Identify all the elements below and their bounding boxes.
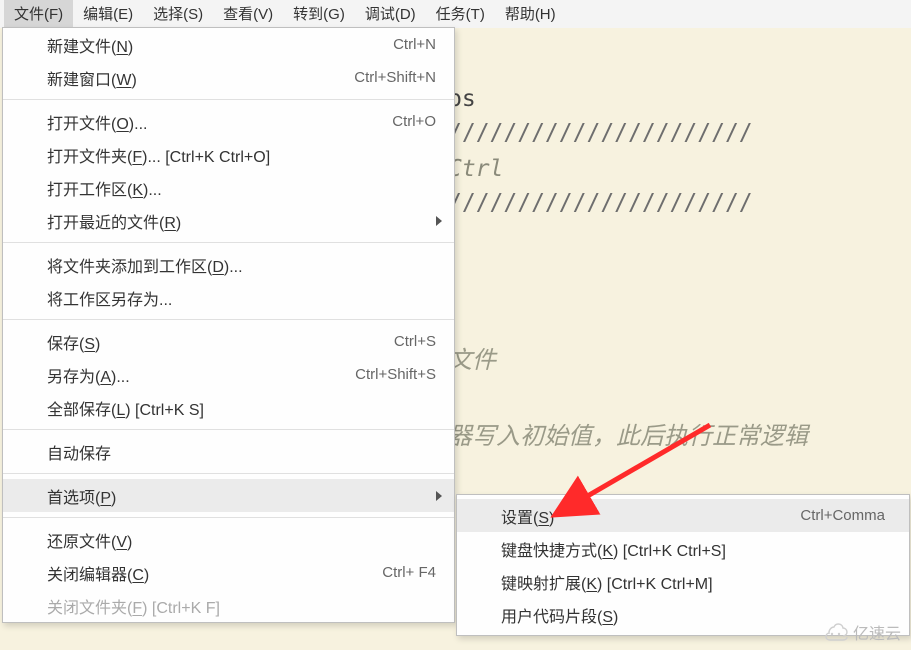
menu-item-label: 键映射扩展(K) [Ctrl+K Ctrl+M]: [501, 570, 885, 594]
editor-text: 器写入初始值，此后执行正常逻辑: [448, 416, 808, 451]
menu-item-label: 全部保存(L) [Ctrl+K S]: [47, 396, 436, 420]
menu-tasks[interactable]: 任务(T): [426, 0, 495, 29]
menu-separator: [3, 473, 454, 474]
menu-go[interactable]: 转到(G): [283, 0, 355, 29]
menu-separator: [3, 429, 454, 430]
menu-save-as[interactable]: 另存为(A)... Ctrl+Shift+S: [3, 358, 454, 391]
menu-item-label: 打开文件(O)...: [47, 110, 362, 134]
submenu-keymap-extension[interactable]: 键映射扩展(K) [Ctrl+K Ctrl+M]: [457, 565, 909, 598]
menu-open-recent[interactable]: 打开最近的文件(R): [3, 204, 454, 237]
submenu-settings[interactable]: 设置(S) Ctrl+Comma: [457, 499, 909, 532]
submenu-keyboard-shortcuts[interactable]: 键盘快捷方式(K) [Ctrl+K Ctrl+S]: [457, 532, 909, 565]
menu-close-folder: 关闭文件夹(F) [Ctrl+K F]: [3, 589, 454, 622]
menu-item-label: 还原文件(V): [47, 528, 436, 552]
menu-separator: [3, 242, 454, 243]
menu-item-label: 将文件夹添加到工作区(D)...: [47, 253, 436, 277]
menu-item-label: 打开文件夹(F)... [Ctrl+K Ctrl+O]: [47, 143, 436, 167]
menu-save[interactable]: 保存(S) Ctrl+S: [3, 325, 454, 358]
editor-text: //////////////////////: [448, 190, 753, 216]
menu-item-label: 新建文件(N): [47, 33, 363, 57]
menu-item-shortcut: Ctrl+Shift+N: [354, 69, 436, 86]
menu-item-shortcut: Ctrl+ F4: [382, 564, 436, 581]
menu-item-label: 打开工作区(K)...: [47, 176, 436, 200]
menu-debug[interactable]: 调试(D): [355, 0, 426, 29]
menu-help[interactable]: 帮助(H): [495, 0, 566, 29]
menu-new-window[interactable]: 新建窗口(W) Ctrl+Shift+N: [3, 61, 454, 94]
menu-open-workspace[interactable]: 打开工作区(K)...: [3, 171, 454, 204]
menu-separator: [3, 99, 454, 100]
menu-open-folder[interactable]: 打开文件夹(F)... [Ctrl+K Ctrl+O]: [3, 138, 454, 171]
menubar: 文件(F) 编辑(E) 选择(S) 查看(V) 转到(G) 调试(D) 任务(T…: [0, 0, 911, 28]
menu-item-label: 自动保存: [47, 440, 436, 464]
menu-item-label: 键盘快捷方式(K) [Ctrl+K Ctrl+S]: [501, 537, 885, 561]
menu-open-file[interactable]: 打开文件(O)... Ctrl+O: [3, 105, 454, 138]
editor-text: Ctrl: [448, 156, 503, 182]
menu-new-file[interactable]: 新建文件(N) Ctrl+N: [3, 28, 454, 61]
menu-select[interactable]: 选择(S): [143, 0, 213, 29]
menu-item-shortcut: Ctrl+O: [392, 113, 436, 130]
menu-item-label: 首选项(P): [47, 484, 436, 508]
menu-close-editor[interactable]: 关闭编辑器(C) Ctrl+ F4: [3, 556, 454, 589]
menu-preferences[interactable]: 首选项(P): [3, 479, 454, 512]
watermark-text: 亿速云: [853, 620, 901, 644]
watermark: 亿速云: [821, 620, 901, 644]
menu-item-shortcut: Ctrl+S: [394, 333, 436, 350]
menu-separator: [3, 319, 454, 320]
menu-save-workspace-as[interactable]: 将工作区另存为...: [3, 281, 454, 314]
menu-save-all[interactable]: 全部保存(L) [Ctrl+K S]: [3, 391, 454, 424]
menu-file[interactable]: 文件(F): [4, 0, 73, 29]
file-menu-dropdown: 新建文件(N) Ctrl+N 新建窗口(W) Ctrl+Shift+N 打开文件…: [2, 27, 455, 623]
menu-separator: [3, 517, 454, 518]
menu-item-label: 保存(S): [47, 330, 364, 354]
menu-item-label: 新建窗口(W): [47, 66, 324, 90]
menu-item-label: 另存为(A)...: [47, 363, 325, 387]
menu-add-folder[interactable]: 将文件夹添加到工作区(D)...: [3, 248, 454, 281]
menu-item-label: 将工作区另存为...: [47, 286, 436, 310]
menu-edit[interactable]: 编辑(E): [73, 0, 143, 29]
menu-item-label: 设置(S): [501, 504, 760, 528]
menu-auto-save[interactable]: 自动保存: [3, 435, 454, 468]
menu-item-shortcut: Ctrl+N: [393, 36, 436, 53]
menu-item-shortcut: Ctrl+Shift+S: [355, 366, 436, 383]
editor-text: 文件: [448, 340, 496, 375]
submenu-arrow-icon: [436, 216, 442, 226]
preferences-submenu: 设置(S) Ctrl+Comma 键盘快捷方式(K) [Ctrl+K Ctrl+…: [456, 494, 910, 636]
menu-item-shortcut: Ctrl+Comma: [800, 507, 885, 524]
menu-item-label: 打开最近的文件(R): [47, 209, 436, 233]
submenu-arrow-icon: [436, 491, 442, 501]
menu-view[interactable]: 查看(V): [213, 0, 283, 29]
editor-text: //////////////////////: [448, 120, 753, 146]
menu-revert-file[interactable]: 还原文件(V): [3, 523, 454, 556]
menu-item-label: 关闭文件夹(F) [Ctrl+K F]: [47, 594, 436, 618]
cloud-icon: [821, 623, 849, 641]
menu-item-label: 关闭编辑器(C): [47, 561, 352, 585]
